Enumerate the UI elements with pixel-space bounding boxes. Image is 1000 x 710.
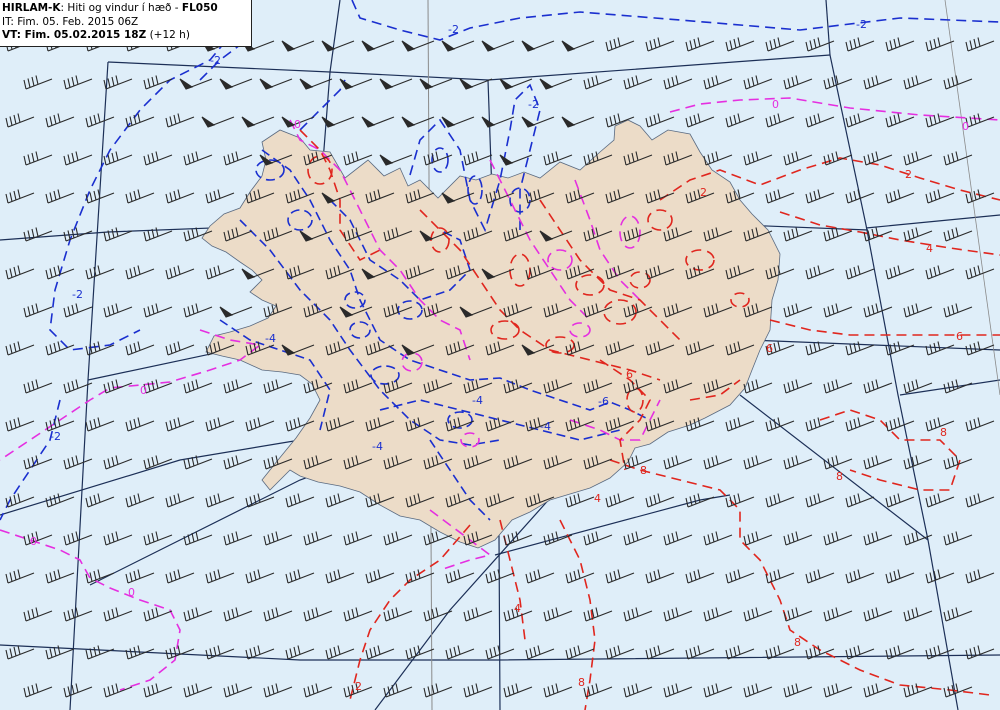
- model-name: HIRLAM-K: [2, 2, 61, 14]
- contour-label: -6: [598, 395, 609, 408]
- contour-label: -4: [540, 420, 551, 433]
- flight-level: FL050: [181, 2, 218, 14]
- contour-label: -2: [72, 288, 83, 301]
- valid-time-line: VT: Fim. 05.02.2015 18Z (+12 h): [2, 29, 251, 43]
- contour-label: 2: [905, 168, 912, 181]
- contour-label: 0: [30, 535, 37, 548]
- title-line: HIRLAM-K: Hiti og vindur í hæð - FL050: [2, 2, 251, 16]
- weather-map: -2 -2 -2 -2 -2 -2 -4 -4 -4 -4 -6 0 0 0 0…: [0, 0, 1000, 710]
- contour-label: -4: [372, 440, 383, 453]
- contour-label: 2: [700, 186, 707, 199]
- contour-label: 0: [962, 120, 969, 133]
- contour-label: 8: [836, 470, 843, 483]
- contour-label: 0: [128, 586, 135, 599]
- initial-time: IT: Fim. 05. Feb. 2015 06Z: [2, 15, 139, 28]
- contour-label: 0: [140, 384, 147, 397]
- contour-label: -4: [265, 332, 276, 345]
- contour-label: 2: [355, 680, 362, 693]
- contour-label: -4: [472, 394, 483, 407]
- contour-label: -2: [856, 18, 867, 31]
- contour-label: 6: [626, 368, 633, 381]
- contour-label: 6: [766, 342, 773, 355]
- contour-label: 0: [294, 118, 301, 131]
- subtitle: : Hiti og vindur í hæð -: [60, 2, 182, 14]
- contour-label: -2: [50, 430, 61, 443]
- valid-time: VT: Fim. 05.02.2015 18Z: [2, 29, 147, 41]
- map-header: HIRLAM-K: Hiti og vindur í hæð - FL050 I…: [0, 0, 252, 47]
- contour-label: 8: [794, 636, 801, 649]
- contour-label: 0: [772, 98, 779, 111]
- contour-label: 6: [956, 330, 963, 343]
- contour-label: 4: [514, 602, 521, 615]
- contour-label: -2: [448, 23, 459, 36]
- contour-label: 4: [926, 242, 933, 255]
- contour-label: 8: [578, 676, 585, 689]
- contour-label: 8: [940, 426, 947, 439]
- contour-label: 8: [640, 464, 647, 477]
- contour-label: -2: [210, 54, 221, 67]
- contour-label: -2: [528, 98, 539, 111]
- lead-time: (+12 h): [146, 29, 190, 41]
- contour-label: 4: [594, 492, 601, 505]
